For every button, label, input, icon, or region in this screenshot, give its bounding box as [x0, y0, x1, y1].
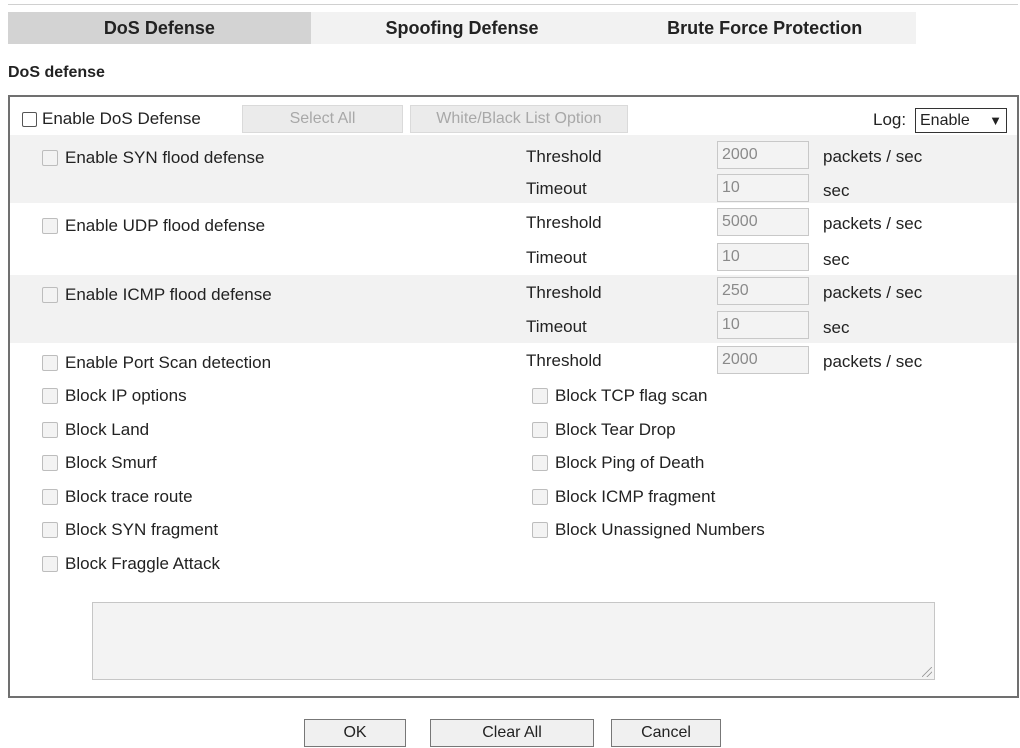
block-smurf-checkbox[interactable]	[42, 455, 58, 471]
log-select[interactable]: Enable ▼	[915, 108, 1007, 133]
block-ip-options-label: Block IP options	[65, 386, 187, 405]
block-syn-fragment-label: Block SYN fragment	[65, 520, 219, 539]
block-land-label: Block Land	[65, 420, 150, 439]
syn-threshold-label: Threshold	[526, 147, 602, 166]
udp-timeout-input[interactable]: 10	[717, 243, 809, 271]
port-scan-label: Enable Port Scan detection	[65, 353, 272, 372]
block-fraggle-attack-checkbox[interactable]	[42, 556, 58, 572]
tab-bar: DoS Defense Spoofing Defense Brute Force…	[8, 12, 917, 44]
block-unassigned-numbers-label: Block Unassigned Numbers	[555, 520, 765, 539]
udp-threshold-input[interactable]: 5000	[717, 208, 809, 236]
icmp-threshold-label: Threshold	[526, 283, 602, 302]
notes-textarea[interactable]	[92, 602, 935, 680]
block-ip-options-checkbox[interactable]	[42, 388, 58, 404]
syn-timeout-unit: sec	[823, 181, 850, 200]
block-ping-of-death-label: Block Ping of Death	[555, 453, 705, 472]
icmp-flood-checkbox[interactable]	[42, 287, 58, 303]
block-tcp-flag-scan-label: Block TCP flag scan	[555, 386, 708, 405]
white-black-list-button[interactable]: White/Black List Option	[410, 105, 628, 133]
syn-timeout-input[interactable]: 10	[717, 174, 809, 202]
block-smurf-label: Block Smurf	[65, 453, 157, 472]
tab-spoofing-defense[interactable]: Spoofing Defense	[310, 12, 614, 44]
syn-flood-row	[10, 135, 1017, 203]
icmp-threshold-unit: packets / sec	[823, 283, 923, 302]
icmp-threshold-input[interactable]: 250	[717, 277, 809, 305]
icmp-timeout-unit: sec	[823, 318, 850, 337]
enable-dos-defense-checkbox[interactable]	[22, 112, 37, 127]
chevron-down-icon: ▼	[989, 113, 1002, 128]
udp-timeout-label: Timeout	[526, 248, 587, 267]
udp-threshold-unit: packets / sec	[823, 214, 923, 233]
tab-dos-defense[interactable]: DoS Defense	[8, 12, 311, 44]
select-all-button[interactable]: Select All	[242, 105, 403, 133]
dos-defense-panel: Enable DoS Defense Select All White/Blac…	[8, 95, 1019, 698]
port-scan-threshold-label: Threshold	[526, 351, 602, 370]
port-scan-checkbox[interactable]	[42, 355, 58, 371]
block-icmp-fragment-label: Block ICMP fragment	[555, 487, 716, 506]
log-label: Log:	[873, 110, 907, 129]
block-tear-drop-checkbox[interactable]	[532, 422, 548, 438]
block-tcp-flag-scan-checkbox[interactable]	[532, 388, 548, 404]
icmp-timeout-input[interactable]: 10	[717, 311, 809, 339]
ok-button[interactable]: OK	[304, 719, 406, 747]
top-divider	[8, 4, 1018, 5]
port-scan-threshold-input[interactable]: 2000	[717, 346, 809, 374]
section-title: DoS defense	[8, 64, 105, 81]
udp-flood-checkbox[interactable]	[42, 218, 58, 234]
icmp-timeout-label: Timeout	[526, 317, 587, 336]
cancel-button[interactable]: Cancel	[611, 719, 721, 747]
block-trace-route-label: Block trace route	[65, 487, 193, 506]
udp-threshold-label: Threshold	[526, 213, 602, 232]
log-select-value: Enable	[920, 112, 970, 129]
block-tear-drop-label: Block Tear Drop	[555, 420, 676, 439]
udp-flood-label: Enable UDP flood defense	[65, 216, 266, 235]
syn-threshold-unit: packets / sec	[823, 147, 923, 166]
block-icmp-fragment-checkbox[interactable]	[532, 489, 548, 505]
syn-flood-label: Enable SYN flood defense	[65, 148, 265, 167]
enable-dos-defense-label: Enable DoS Defense	[42, 109, 201, 128]
clear-all-button[interactable]: Clear All	[430, 719, 594, 747]
block-trace-route-checkbox[interactable]	[42, 489, 58, 505]
block-land-checkbox[interactable]	[42, 422, 58, 438]
syn-timeout-label: Timeout	[526, 179, 587, 198]
tab-brute-force-protection[interactable]: Brute Force Protection	[613, 12, 917, 44]
icmp-flood-label: Enable ICMP flood defense	[65, 285, 272, 304]
block-fraggle-attack-label: Block Fraggle Attack	[65, 554, 220, 573]
udp-timeout-unit: sec	[823, 250, 850, 269]
resize-handle-icon[interactable]	[922, 667, 932, 677]
syn-flood-checkbox[interactable]	[42, 150, 58, 166]
syn-threshold-input[interactable]: 2000	[717, 141, 809, 169]
port-scan-threshold-unit: packets / sec	[823, 352, 923, 371]
block-ping-of-death-checkbox[interactable]	[532, 455, 548, 471]
block-syn-fragment-checkbox[interactable]	[42, 522, 58, 538]
block-unassigned-numbers-checkbox[interactable]	[532, 522, 548, 538]
